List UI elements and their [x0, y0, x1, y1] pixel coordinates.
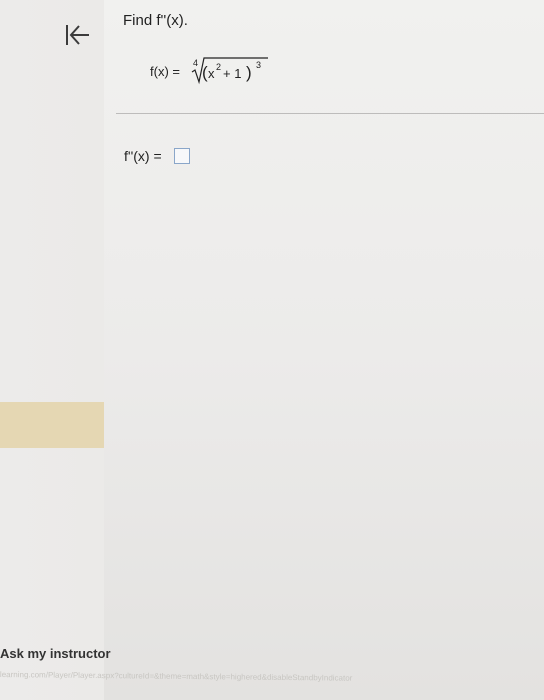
arrow-left-bar-icon — [66, 25, 89, 45]
left-sidebar — [0, 0, 104, 700]
highlight-strip — [0, 402, 105, 448]
answer-label: f''(x) = — [124, 148, 162, 164]
radical-index: 4 — [193, 58, 198, 68]
ask-my-instructor-link[interactable]: Ask my instructor — [0, 646, 111, 661]
back-button[interactable] — [60, 20, 96, 50]
function-expression: f(x) = 4 ( x 2 + 1 ) 3 — [150, 52, 280, 86]
status-url-text: learning.com/Player/Player.aspx?cultureI… — [0, 670, 353, 683]
question-prompt: Find f''(x). — [123, 12, 188, 29]
function-lhs: f(x) = — [150, 64, 180, 79]
inner-exponent: 2 — [216, 62, 221, 72]
close-paren: ) — [246, 63, 252, 82]
inner-plus-one: + 1 — [223, 66, 241, 81]
answer-input-box[interactable] — [174, 148, 190, 164]
section-divider — [116, 113, 544, 114]
question-panel — [104, 0, 544, 700]
outer-exponent: 3 — [256, 60, 261, 70]
status-url-bar: learning.com/Player/Player.aspx?cultureI… — [0, 670, 544, 700]
inner-base: x — [208, 66, 215, 81]
